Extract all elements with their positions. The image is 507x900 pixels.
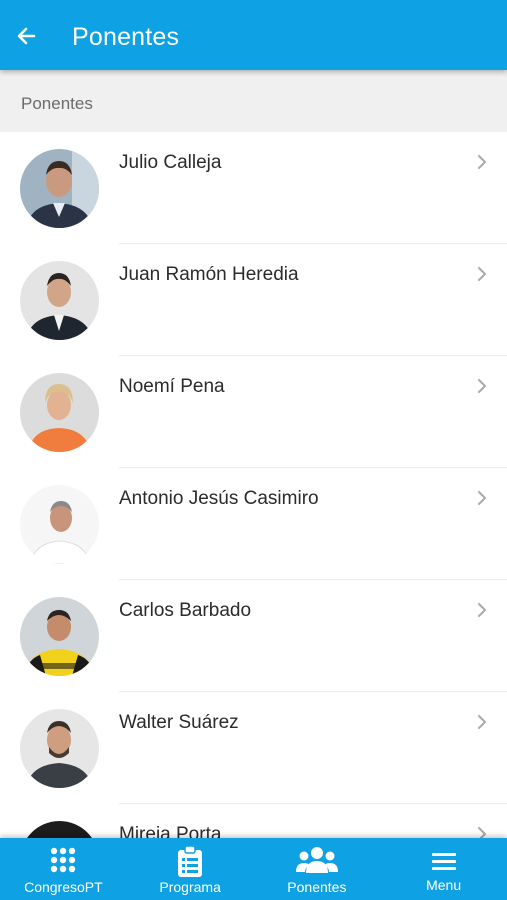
arrow-left-icon (17, 27, 36, 45)
speaker-name: Julio Calleja (119, 152, 222, 173)
page-title: Ponentes (72, 23, 180, 51)
speaker-name: Mireia Porta (119, 824, 222, 838)
avatar (20, 373, 99, 452)
speaker-list: Julio Calleja Juan Ramón Heredia Noemí P… (0, 132, 507, 838)
avatar (20, 597, 99, 676)
chevron-right-icon (478, 491, 486, 505)
nav-item-programa[interactable]: Programa (127, 838, 254, 900)
nav-item-menu[interactable]: Menu (380, 838, 507, 900)
chevron-right-icon (478, 267, 486, 281)
chevron-right-icon (478, 715, 486, 729)
speaker-row[interactable]: Carlos Barbado (0, 580, 507, 692)
grid-icon (51, 847, 76, 873)
speaker-row[interactable]: Juan Ramón Heredia (0, 244, 507, 356)
speaker-name: Walter Suárez (119, 712, 239, 733)
bottom-nav: CongresoPT Programa Ponentes Menu (0, 838, 507, 900)
speaker-row[interactable]: Julio Calleja (0, 132, 507, 244)
speaker-row[interactable]: Mireia Porta (0, 804, 507, 838)
nav-label: Programa (159, 879, 221, 895)
speaker-name: Antonio Jesús Casimiro (119, 488, 319, 509)
nav-item-ponentes[interactable]: Ponentes (254, 838, 381, 900)
back-button[interactable] (12, 21, 42, 51)
chevron-right-icon (478, 827, 486, 838)
avatar (20, 149, 99, 228)
chevron-right-icon (478, 379, 486, 393)
section-title: Ponentes (21, 94, 93, 113)
chevron-right-icon (478, 603, 486, 617)
avatar (20, 261, 99, 340)
avatar (20, 485, 99, 564)
speaker-name: Juan Ramón Heredia (119, 264, 299, 285)
section-header: Ponentes (0, 70, 507, 132)
chevron-right-icon (478, 155, 486, 169)
nav-label: Ponentes (287, 879, 347, 895)
speaker-name: Carlos Barbado (119, 600, 252, 621)
speaker-row[interactable]: Antonio Jesús Casimiro (0, 468, 507, 580)
hamburger-icon (431, 853, 456, 870)
speaker-row[interactable]: Noemí Pena (0, 356, 507, 468)
nav-item-congresopt[interactable]: CongresoPT (0, 838, 127, 900)
nav-label: CongresoPT (24, 879, 103, 895)
avatar (20, 821, 99, 838)
clipboard-icon (178, 846, 203, 877)
avatar (20, 709, 99, 788)
people-icon (295, 847, 338, 873)
speaker-name: Noemí Pena (119, 376, 225, 397)
app-bar: Ponentes (0, 0, 507, 70)
nav-label: Menu (426, 877, 462, 893)
speaker-row[interactable]: Walter Suárez (0, 692, 507, 804)
